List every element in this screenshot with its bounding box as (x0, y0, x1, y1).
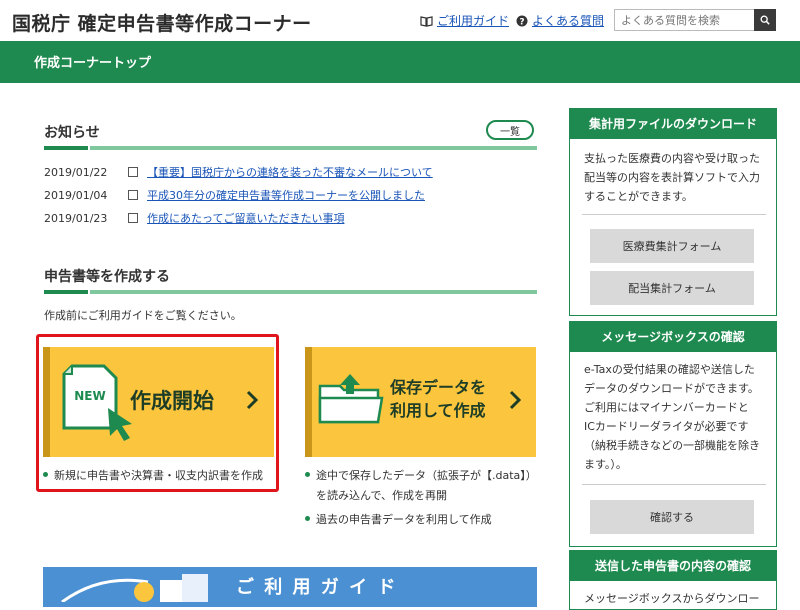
faq-link-label: よくある質問 (532, 14, 605, 28)
message-box-panel: メッセージボックスの確認 e-Taxの受付結果の確認や送信した データのダウンロ… (569, 321, 777, 547)
past-data-bullet: 過去の申告書データを利用して作成 (305, 511, 492, 527)
divider (582, 214, 766, 215)
site-title: 国税庁 確定申告書等作成コーナー (12, 13, 312, 35)
sent-declaration-title: 送信した申告書の内容の確認 (570, 551, 776, 581)
medical-form-button[interactable]: 医療費集計フォーム (590, 229, 754, 263)
news-divider (44, 146, 537, 150)
dividend-form-button[interactable]: 配当集計フォーム (590, 271, 754, 305)
question-icon: ? (516, 15, 528, 27)
saved-data-label-line1: 保存データを (390, 378, 487, 397)
guide-documents-icon (61, 574, 208, 602)
news-item: 2019/01/04 平成30年分の確定申告書等作成コーナーを公開しました (44, 187, 425, 203)
guide-link-label: ご利用ガイド (437, 14, 510, 28)
highlight-frame (36, 334, 279, 492)
saved-data-bullet: 途中で保存したデータ（拡張子が【.data】） (305, 467, 537, 483)
confirm-button[interactable]: 確認する (590, 500, 754, 534)
window-icon (127, 213, 138, 223)
news-link[interactable]: 作成にあたってご留意いただきたい事項 (147, 212, 344, 225)
news-date: 2019/01/22 (44, 166, 108, 179)
news-item: 2019/01/23 作成にあたってご留意いただきたい事項 (44, 210, 344, 226)
download-box-text: 支払った医療費の内容や受け取った配当等の内容を表計算ソフトで入力することができま… (584, 152, 760, 203)
saved-data-bullet-cont: を読み込んで、作成を再開 (316, 489, 448, 502)
divider (582, 484, 766, 485)
search-icon (760, 15, 770, 25)
sent-declaration-box: 送信した申告書の内容の確認 メッセージボックスからダウンロー (569, 550, 777, 610)
guide-banner-label: ご 利 用 ガ イ ド (236, 577, 398, 598)
saved-data-label-line2: 利用して作成 (390, 401, 486, 420)
download-box-title: 集計用ファイルのダウンロード (570, 109, 776, 139)
create-note: 作成前にご利用ガイドをご覧ください。 (44, 309, 242, 322)
window-icon (127, 190, 138, 200)
create-divider (44, 290, 537, 294)
book-icon (420, 16, 433, 27)
svg-text:?: ? (519, 18, 524, 28)
window-icon (127, 167, 138, 177)
search-input[interactable] (614, 9, 754, 31)
news-link[interactable]: 【重要】国税庁からの連絡を装った不審なメールについて (147, 166, 433, 179)
sent-declaration-text: メッセージボックスからダウンロー (584, 592, 760, 605)
faq-link[interactable]: ? よくある質問 (516, 12, 604, 29)
guide-link[interactable]: ご利用ガイド (420, 12, 509, 29)
folder-upload-icon (318, 374, 384, 424)
create-heading: 申告書等を作成する (44, 269, 170, 285)
search-button[interactable] (754, 9, 776, 31)
news-heading: お知らせ (44, 125, 100, 141)
news-date: 2019/01/23 (44, 212, 108, 225)
news-more-button[interactable]: 一覧 (486, 120, 534, 140)
news-item: 2019/01/22 【重要】国税庁からの連絡を装った不審なメールについて (44, 164, 433, 180)
saved-data-label: 保存データを 利用して作成 (390, 376, 486, 422)
chevron-right-icon (509, 390, 522, 410)
past-data-bullet-text: 過去の申告書データを利用して作成 (316, 513, 492, 526)
saved-data-bullet-line1: 途中で保存したデータ（拡張子が【.data】） (316, 469, 537, 482)
news-link[interactable]: 平成30年分の確定申告書等作成コーナーを公開しました (147, 189, 425, 202)
message-box-text: e-Taxの受付結果の確認や送信した データのダウンロードができます。 ご利用に… (584, 363, 760, 471)
news-date: 2019/01/04 (44, 189, 108, 202)
message-box-title: メッセージボックスの確認 (570, 322, 776, 352)
nav-bar-title: 作成コーナートップ (34, 56, 152, 71)
download-box: 集計用ファイルのダウンロード 支払った医療費の内容や受け取った配当等の内容を表計… (569, 108, 777, 316)
